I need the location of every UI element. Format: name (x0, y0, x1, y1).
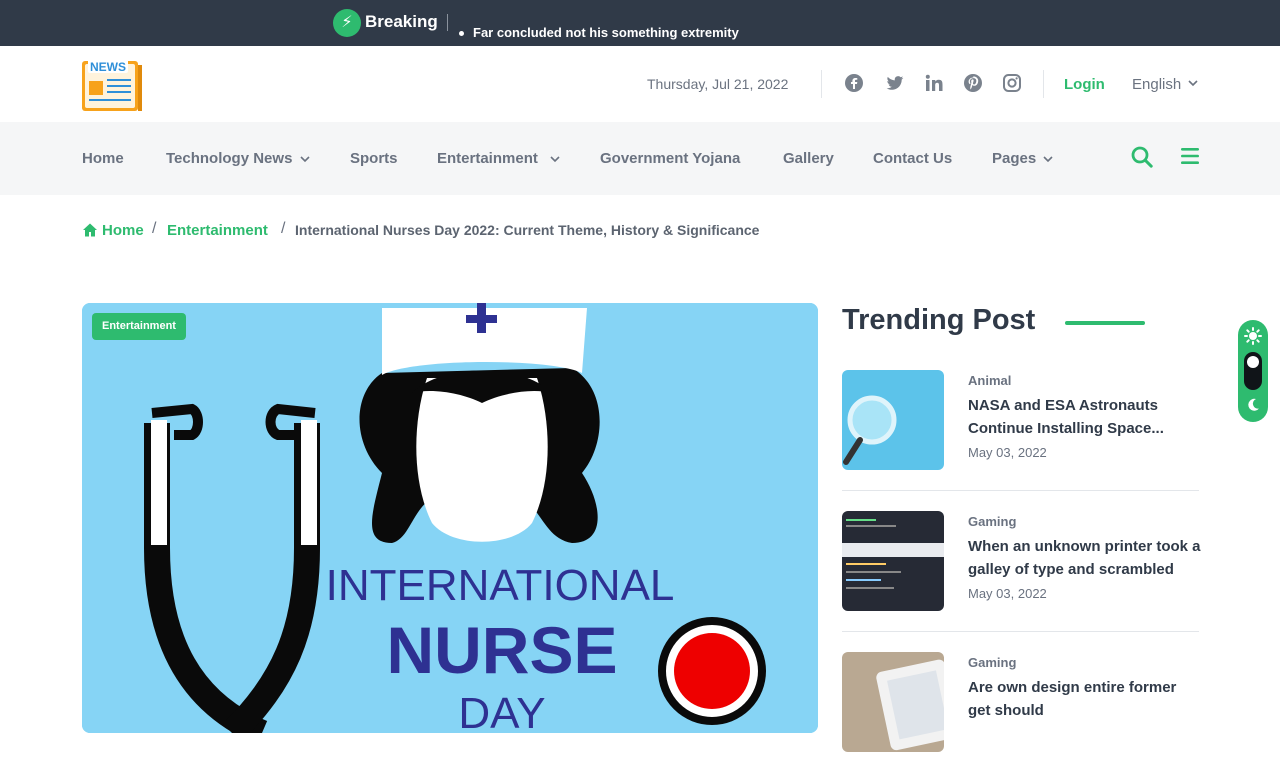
trending-post[interactable]: Gaming Are own design entire former get … (842, 652, 1199, 762)
post-title[interactable]: Are own design entire former get should (968, 676, 1203, 722)
sun-icon[interactable] (1244, 327, 1262, 345)
divider (842, 631, 1199, 632)
nav-item-gallery[interactable]: Gallery (783, 150, 834, 167)
svg-text:INTERNATIONAL: INTERNATIONAL (326, 561, 675, 610)
chevron-down-icon[interactable] (300, 155, 310, 163)
site-logo[interactable]: NEWS (82, 55, 142, 113)
login-link[interactable]: Login (1064, 76, 1105, 93)
post-thumbnail[interactable] (842, 511, 944, 611)
toggle-knob[interactable] (1247, 356, 1259, 368)
post-thumbnail[interactable] (842, 370, 944, 470)
nav-item-entertainment[interactable]: Entertainment (437, 150, 538, 167)
nav-item-government-yojana[interactable]: Government Yojana (600, 150, 740, 167)
pinterest-icon[interactable] (963, 73, 983, 93)
nav-item-home[interactable]: Home (82, 150, 124, 167)
nav-item-contact-us[interactable]: Contact Us (873, 150, 952, 167)
bullet-icon (459, 31, 464, 36)
toggle-switch[interactable] (1244, 352, 1262, 390)
post-date: May 03, 2022 (968, 586, 1047, 601)
instagram-icon[interactable] (1002, 73, 1022, 93)
post-date: May 03, 2022 (968, 445, 1047, 460)
breaking-headline[interactable]: Far concluded not his something extremit… (473, 25, 739, 40)
nav-item-pages[interactable]: Pages (992, 150, 1036, 167)
nav-item-technology-news[interactable]: Technology News (166, 150, 292, 167)
chevron-down-icon[interactable] (1043, 155, 1053, 163)
main-navigation: Home Technology News Sports Entertainmen… (0, 122, 1280, 195)
divider (821, 70, 822, 98)
breadcrumb-current: International Nurses Day 2022: Current T… (295, 222, 760, 238)
hamburger-menu-icon[interactable] (1180, 147, 1200, 165)
moon-icon[interactable] (1245, 397, 1261, 413)
post-category[interactable]: Gaming (968, 514, 1016, 529)
tablet-thumbnail (842, 652, 944, 752)
nav-item-sports[interactable]: Sports (350, 150, 398, 167)
post-category[interactable]: Animal (968, 373, 1011, 388)
breadcrumb-category[interactable]: Entertainment (167, 222, 268, 239)
breaking-news-bar: ⚡ Breaking Far concluded not his somethi… (0, 0, 1280, 46)
featured-article-image[interactable]: INTERNATIONAL NURSE DAY Entertainment (82, 303, 818, 733)
title-underline (1065, 321, 1145, 325)
svg-text:DAY: DAY (458, 689, 545, 733)
lightning-icon: ⚡ (333, 9, 361, 37)
news-logo-icon: NEWS (82, 59, 142, 111)
svg-text:NEWS: NEWS (90, 60, 126, 74)
linkedin-icon[interactable] (924, 73, 944, 93)
trending-post[interactable]: Animal NASA and ESA Astronauts Continue … (842, 370, 1199, 480)
language-select[interactable]: English (1132, 76, 1181, 93)
code-screen-thumbnail (842, 511, 944, 611)
breadcrumb-separator: / (152, 220, 157, 237)
breadcrumb-separator: / (281, 220, 286, 237)
breadcrumb-home[interactable]: Home (102, 222, 144, 239)
post-thumbnail[interactable] (842, 652, 944, 752)
divider (1043, 70, 1044, 98)
post-title[interactable]: When an unknown printer took a galley of… (968, 535, 1203, 581)
divider (447, 14, 448, 31)
search-icon[interactable] (1130, 145, 1154, 169)
chevron-down-icon[interactable] (550, 155, 560, 163)
facebook-icon[interactable] (844, 73, 864, 93)
magnifier-thumbnail (842, 370, 944, 470)
theme-toggle[interactable] (1238, 320, 1268, 422)
nurse-day-illustration: INTERNATIONAL NURSE DAY (82, 303, 818, 733)
divider (842, 490, 1199, 491)
current-date: Thursday, Jul 21, 2022 (647, 76, 789, 92)
twitter-icon[interactable] (885, 73, 905, 93)
home-icon[interactable] (82, 222, 98, 238)
trending-title: Trending Post (842, 304, 1036, 336)
breaking-label: Breaking (365, 12, 438, 31)
post-title[interactable]: NASA and ESA Astronauts Continue Install… (968, 394, 1203, 440)
post-category[interactable]: Gaming (968, 655, 1016, 670)
category-badge[interactable]: Entertainment (92, 313, 186, 340)
chevron-down-icon[interactable] (1188, 79, 1198, 87)
trending-post[interactable]: Gaming When an unknown printer took a ga… (842, 511, 1201, 621)
svg-text:NURSE: NURSE (386, 613, 617, 687)
